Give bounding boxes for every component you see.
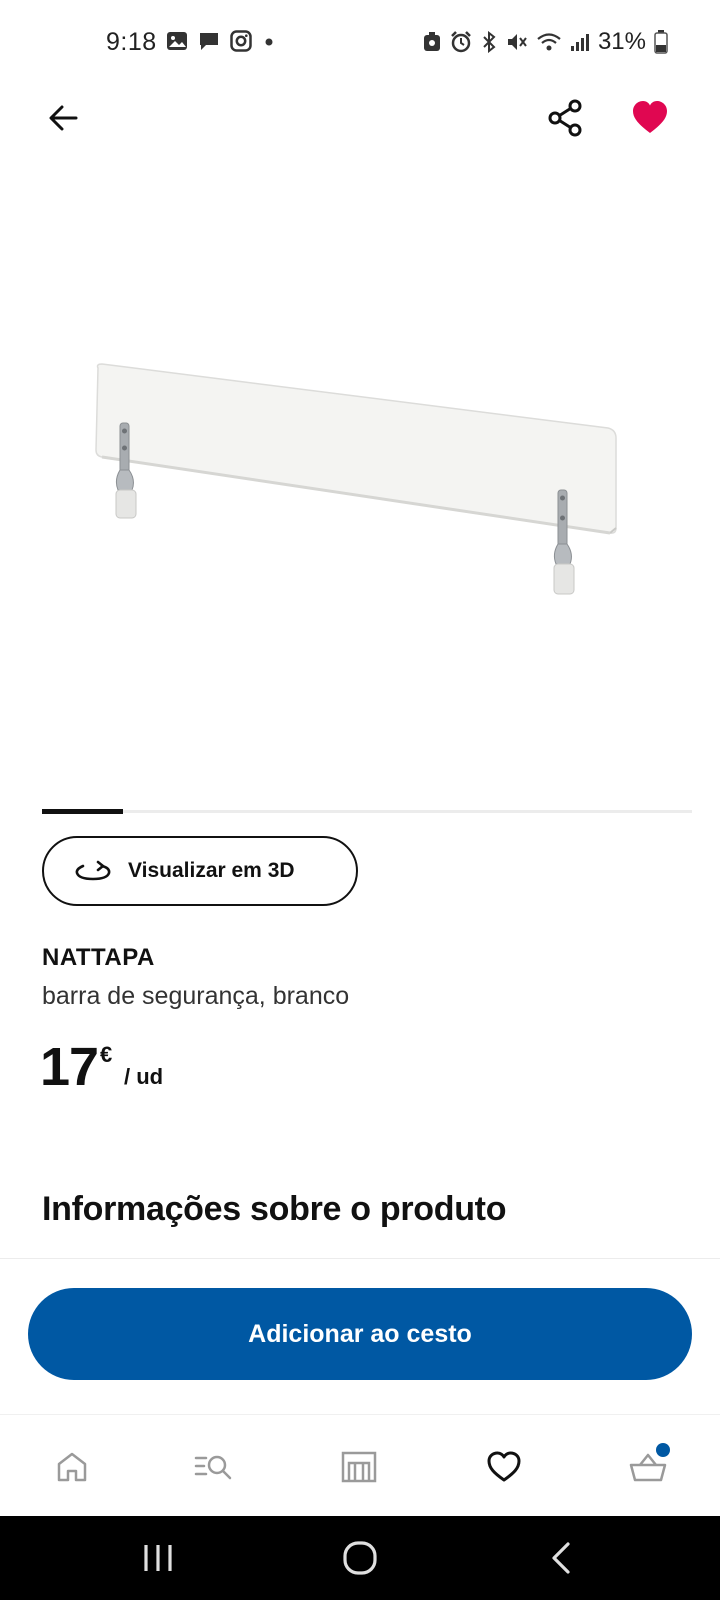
home-circle-icon xyxy=(343,1541,377,1575)
status-bar: 9:18 31% xyxy=(0,0,720,88)
recycle-icon xyxy=(423,32,440,51)
heart-filled-icon xyxy=(633,101,667,133)
recents-icon xyxy=(144,1545,172,1571)
price-currency: € xyxy=(100,1042,113,1067)
product-name: NATTAPA xyxy=(42,944,155,971)
rotate-3d-icon xyxy=(75,860,111,881)
basket-badge xyxy=(656,1443,670,1457)
nav-favorites[interactable] xyxy=(484,1447,524,1487)
instagram-icon xyxy=(230,30,252,52)
store-icon xyxy=(341,1451,377,1483)
carousel-progress-fill xyxy=(42,809,124,814)
dot-icon xyxy=(265,38,273,46)
view-3d-label: Visualizar em 3D xyxy=(128,859,295,882)
home-system-button[interactable] xyxy=(338,1536,382,1580)
share-button[interactable] xyxy=(544,96,588,140)
arrow-left-icon xyxy=(49,105,78,131)
signal-icon xyxy=(570,34,589,51)
alarm-icon xyxy=(451,31,471,53)
heart-icon xyxy=(487,1451,521,1482)
bluetooth-icon xyxy=(483,31,496,53)
product-image[interactable] xyxy=(40,330,640,630)
bed-guard-rail-image xyxy=(95,363,617,595)
price-unit: / ud xyxy=(124,1064,164,1089)
back-chevron-icon xyxy=(552,1542,570,1574)
battery-percent: 31% xyxy=(597,28,646,55)
nav-home[interactable] xyxy=(52,1447,92,1487)
price-value: 17 xyxy=(40,1037,99,1097)
nav-search[interactable] xyxy=(194,1447,234,1487)
nav-basket[interactable] xyxy=(628,1443,670,1487)
wifi-icon xyxy=(537,33,561,51)
product-info-heading[interactable]: Informações sobre o produto xyxy=(42,1190,506,1229)
back-system-button[interactable] xyxy=(540,1536,584,1580)
back-button[interactable] xyxy=(42,96,86,140)
nav-stores[interactable] xyxy=(339,1447,379,1487)
product-description: barra de segurança, branco xyxy=(42,982,350,1010)
image-carousel-progress xyxy=(42,809,692,814)
gallery-icon xyxy=(167,32,187,50)
message-icon xyxy=(200,33,218,50)
home-icon xyxy=(57,1452,87,1482)
status-left-icons xyxy=(166,30,276,52)
view-3d-button[interactable]: Visualizar em 3D xyxy=(42,836,358,906)
system-navigation-bar xyxy=(0,1516,720,1600)
status-time: 9:18 xyxy=(106,28,157,56)
favorite-button[interactable] xyxy=(628,96,672,140)
status-right-icons: 31% xyxy=(422,28,668,56)
share-icon xyxy=(548,99,582,137)
battery-icon xyxy=(654,30,668,54)
mute-icon xyxy=(507,34,527,50)
add-to-cart-button[interactable]: Adicionar ao cesto xyxy=(28,1288,692,1380)
divider xyxy=(0,1258,720,1259)
recents-button[interactable] xyxy=(136,1536,180,1580)
app-bar xyxy=(0,88,720,180)
search-icon xyxy=(194,1455,232,1480)
bottom-navigation xyxy=(0,1414,720,1516)
